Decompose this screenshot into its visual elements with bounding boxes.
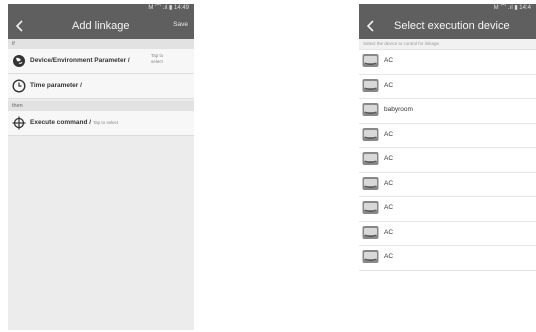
add-linkage-screen: M 宀 .ıl ▮ 14:49 Add linkage Save if Devi… (8, 4, 194, 330)
execute-command-text: Execute command / (30, 119, 92, 126)
then-section-label: then (8, 101, 194, 111)
air-conditioner-icon (362, 225, 379, 239)
device-name: AC (384, 204, 394, 211)
page-title: Add linkage (72, 20, 130, 32)
device-environment-parameter-row[interactable]: Device/Environment Parameter / Tap to se… (8, 49, 194, 74)
if-section-label: if (8, 39, 194, 49)
clock-icon (12, 79, 26, 93)
device-environment-parameter-label: Device/Environment Parameter / (30, 57, 130, 64)
air-conditioner-icon (362, 127, 379, 141)
device-list-item[interactable]: AC (359, 197, 536, 222)
execute-command-row[interactable]: Execute command / Tap to select (8, 111, 194, 136)
air-conditioner-icon (362, 152, 379, 165)
globe-icon (13, 55, 25, 67)
air-conditioner-icon (362, 176, 379, 190)
device-list-item[interactable]: AC (359, 246, 536, 271)
status-bar: M 宀 .ıl ▮ 14:49 (8, 4, 194, 13)
device-name: AC (384, 179, 394, 187)
save-button[interactable]: Save (173, 21, 188, 28)
device-list-item[interactable]: AC (359, 172, 536, 197)
air-conditioner-icon (362, 201, 379, 214)
device-name: AC (384, 130, 394, 138)
page-title: Select execution device (394, 20, 510, 32)
device-list: AC AC babyroom AC AC AC AC AC AC (359, 50, 536, 271)
device-name: AC (384, 228, 394, 236)
crosshair-icon (12, 116, 26, 130)
execute-command-label: Execute command / Tap to select (30, 119, 118, 126)
status-bar: M 宀 .ıl ▮ 14:4 (359, 4, 536, 13)
air-conditioner-icon (362, 103, 379, 116)
title-bar: Add linkage Save (8, 13, 194, 39)
device-list-hint: Select the device to control for linkage (359, 39, 536, 50)
device-list-item[interactable]: AC (359, 148, 536, 173)
device-list-item[interactable]: AC (359, 50, 536, 75)
device-name: AC (384, 81, 394, 89)
device-name: babyroom (384, 106, 413, 113)
device-name: AC (384, 57, 394, 64)
time-parameter-label: Time parameter / (30, 82, 82, 89)
air-conditioner-icon (362, 78, 379, 92)
back-icon[interactable] (364, 18, 378, 34)
title-bar: Select execution device (359, 13, 536, 39)
device-list-item[interactable]: AC (359, 123, 536, 148)
device-name: AC (384, 155, 394, 162)
back-icon[interactable] (13, 18, 27, 34)
time-parameter-row[interactable]: Time parameter / (8, 74, 194, 99)
device-name: AC (384, 253, 394, 260)
execute-command-hint: Tap to select (92, 120, 119, 125)
select-execution-device-screen: M 宀 .ıl ▮ 14:4 Select execution device S… (359, 4, 536, 332)
device-list-item[interactable]: AC (359, 221, 536, 246)
device-environment-parameter-hint: Tap to select (151, 53, 164, 64)
device-list-item[interactable]: AC (359, 74, 536, 99)
device-list-item[interactable]: babyroom (359, 99, 536, 124)
air-conditioner-icon (362, 54, 379, 67)
air-conditioner-icon (362, 250, 379, 263)
